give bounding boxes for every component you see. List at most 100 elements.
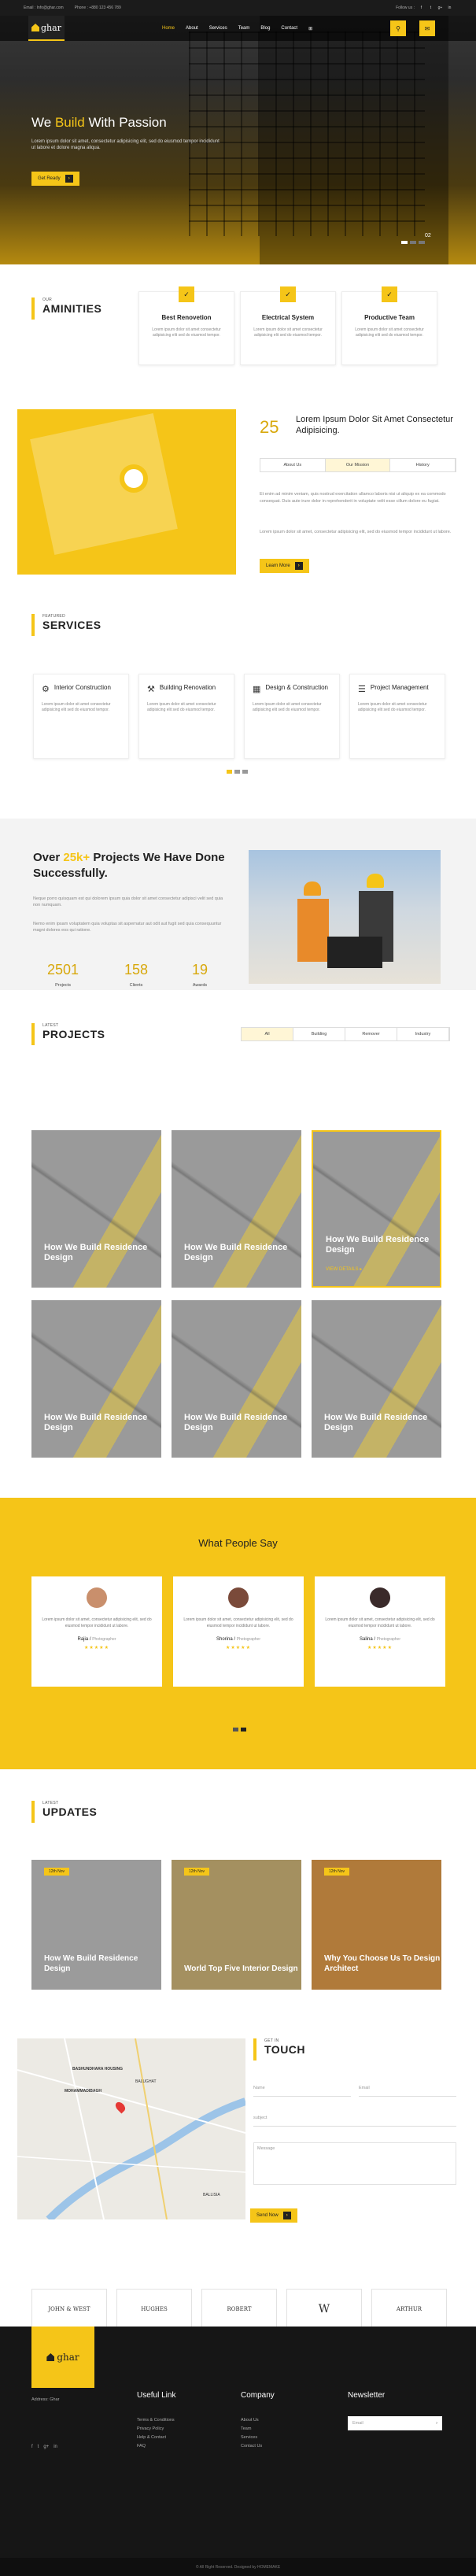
menu-home[interactable]: Home (162, 26, 175, 31)
facebook-icon[interactable]: f (31, 2445, 33, 2449)
get-ready-button[interactable]: Get Ready › (31, 172, 79, 186)
stat-clients: 158 Clients (124, 962, 149, 988)
project-filters: All Building Remover Industry (241, 1027, 450, 1041)
service-card[interactable]: ⚒ Building Renovation Lorem ipsum dolor si… (138, 674, 234, 759)
subject-field[interactable]: subject (253, 2116, 456, 2127)
updates-heading: LATEST UPDATES (31, 1801, 97, 1823)
main-nav: ghar Home About Services Team Blog Conta… (0, 16, 476, 41)
footer-link[interactable]: Team (241, 2425, 275, 2434)
update-card[interactable]: 12th Nov How We Build Residence Design (31, 1860, 161, 1990)
update-card[interactable]: 12th Nov Why You Choose Us To Design Arch… (312, 1860, 441, 1990)
stat-awards: 19 Awards (192, 962, 208, 988)
logo[interactable]: ghar (28, 16, 65, 41)
location-map[interactable]: BASHUNDHARA HOUSING BALUGHAT MOHAMMADIBA… (17, 2038, 245, 2219)
blueprint-icon: ▦ (253, 685, 261, 694)
footer-link[interactable]: Services (241, 2434, 275, 2442)
newsletter: Newsletter Email › (348, 2388, 442, 2430)
arrow-icon[interactable]: › (436, 2419, 437, 2428)
linkedin-icon[interactable]: in (447, 6, 452, 11)
brand-logo[interactable]: ROBERT (201, 2289, 277, 2330)
filter-building[interactable]: Building (293, 1028, 345, 1040)
twitter-icon[interactable]: t (38, 2445, 39, 2449)
brand-logo[interactable]: ARTHUR (371, 2289, 447, 2330)
about-heading: Lorem Ipsum Dolor Sit Amet Consectetur A… (296, 415, 453, 436)
project-card[interactable]: How We Build Residence Design (312, 1300, 441, 1458)
arrow-icon: › (294, 562, 303, 570)
check-icon: ✓ (179, 286, 194, 302)
footer-link[interactable]: Privacy Policy (137, 2425, 175, 2434)
email-field[interactable]: Email (359, 2086, 456, 2097)
amenity-card[interactable]: ✓ Productive Team Lorem ipsum dolor sit am… (341, 286, 437, 365)
menu-contact[interactable]: Contact (281, 26, 297, 31)
menu-blog[interactable]: Blog (260, 26, 270, 31)
project-card[interactable]: How We Build Residence Design (172, 1300, 301, 1458)
twitter-icon[interactable]: t (428, 6, 434, 11)
service-card[interactable]: ☰ Project Management Lorem ipsum dolor sit… (349, 674, 445, 759)
brand-logo[interactable]: W (286, 2289, 362, 2330)
contact-heading: GET IN TOUCH (253, 2038, 305, 2060)
service-card[interactable]: ▦ Design & Construction Lorem ipsum dolor … (244, 674, 340, 759)
footer-link[interactable]: Terms & Conditions (137, 2416, 175, 2425)
message-icon[interactable]: ✉ (419, 20, 435, 36)
footer-link[interactable]: FAQ (137, 2442, 175, 2451)
tools-icon: ⚒ (147, 685, 155, 694)
filter-industry[interactable]: Industry (397, 1028, 449, 1040)
tab-history[interactable]: History (390, 459, 456, 471)
footer-link[interactable]: Contact Us (241, 2442, 275, 2451)
newsletter-input[interactable]: Email › (348, 2416, 442, 2430)
gear-icon: ⚙ (42, 685, 50, 694)
project-card[interactable]: How We Build Residence Design (31, 1300, 161, 1458)
learn-more-button[interactable]: Learn More › (260, 559, 309, 573)
stats-title: Over 25k+ Projects We Have Done Successf… (33, 851, 225, 881)
facebook-icon[interactable]: f (419, 6, 424, 11)
about-paragraph: Lorem ipsum dolor sit amet, consectetur … (260, 530, 452, 534)
brand-logo[interactable]: HUGHES (116, 2289, 192, 2330)
filter-all[interactable]: All (242, 1028, 293, 1040)
google-plus-icon[interactable]: g+ (43, 2445, 49, 2449)
check-icon: ✓ (382, 286, 397, 302)
map-label: BALLISIA (203, 2193, 220, 2197)
view-details-link[interactable]: VIEW DETAILS ▸ (326, 1266, 362, 1272)
testimonial-card: Lorem ipsum dolor sit amet, consectetur … (31, 1576, 162, 1687)
name-field[interactable]: Name (253, 2086, 351, 2097)
footer-link[interactable]: Help & Contact (137, 2434, 175, 2442)
project-card[interactable]: How We Build Residence Design (172, 1130, 301, 1288)
hero-slider-dots[interactable] (401, 241, 425, 244)
send-now-button[interactable]: Send Now › (250, 2208, 297, 2223)
google-plus-icon[interactable]: g+ (437, 6, 443, 11)
slide-number: 02 (425, 233, 431, 238)
grid-menu-icon[interactable]: ⊞ (308, 26, 312, 31)
message-field[interactable]: Message (253, 2142, 456, 2185)
update-card[interactable]: 12th Nov World Top Five Interior Design (172, 1860, 301, 1990)
search-icon[interactable]: ⚲ (390, 20, 406, 36)
services-heading: FEATURED SERVICES (31, 614, 101, 636)
menu-team[interactable]: Team (238, 26, 250, 31)
topbar-email[interactable]: Email : Info@ghar.com (24, 6, 64, 10)
linkedin-icon[interactable]: in (54, 2445, 57, 2449)
menu-services[interactable]: Services (209, 26, 227, 31)
topbar-phone[interactable]: Phone : +880 123 456 789 (75, 6, 121, 10)
services-slider-dots[interactable] (227, 770, 248, 774)
filter-remover[interactable]: Remover (345, 1028, 397, 1040)
copyright: © All Right Reserved. Designed by HOMEMA… (0, 2558, 476, 2576)
avatar (370, 1587, 390, 1608)
project-card[interactable]: How We Build Residence Design (31, 1130, 161, 1288)
menu-about[interactable]: About (186, 26, 198, 31)
service-card[interactable]: ⚙ Interior Construction Lorem ipsum dolor … (33, 674, 129, 759)
map-label: BALUGHAT (135, 2079, 157, 2084)
project-card[interactable]: How We Build Residence Design VIEW DETAIL… (312, 1130, 441, 1288)
arrow-icon: › (65, 175, 73, 183)
testimonial-slider-dots[interactable] (233, 1728, 246, 1732)
brand-logo[interactable]: JOHN & WEST (31, 2289, 107, 2330)
rating-stars: ★★★★★ (226, 1646, 251, 1650)
top-bar: Email : Info@ghar.com Phone : +880 123 4… (0, 0, 476, 16)
footer-link[interactable]: About Us (241, 2416, 275, 2425)
about-image (17, 409, 236, 575)
check-icon: ✓ (280, 286, 296, 302)
footer-logo[interactable]: ghar (31, 2327, 94, 2388)
tab-our-mission[interactable]: Our Mission (325, 459, 391, 471)
amenity-card[interactable]: ✓ Electrical System Lorem ipsum dolor sit … (240, 286, 336, 365)
house-icon (46, 2353, 55, 2361)
amenity-card[interactable]: ✓ Best Renovetion Lorem ipsum dolor sit am… (138, 286, 234, 365)
tab-about-us[interactable]: About Us (260, 459, 326, 471)
